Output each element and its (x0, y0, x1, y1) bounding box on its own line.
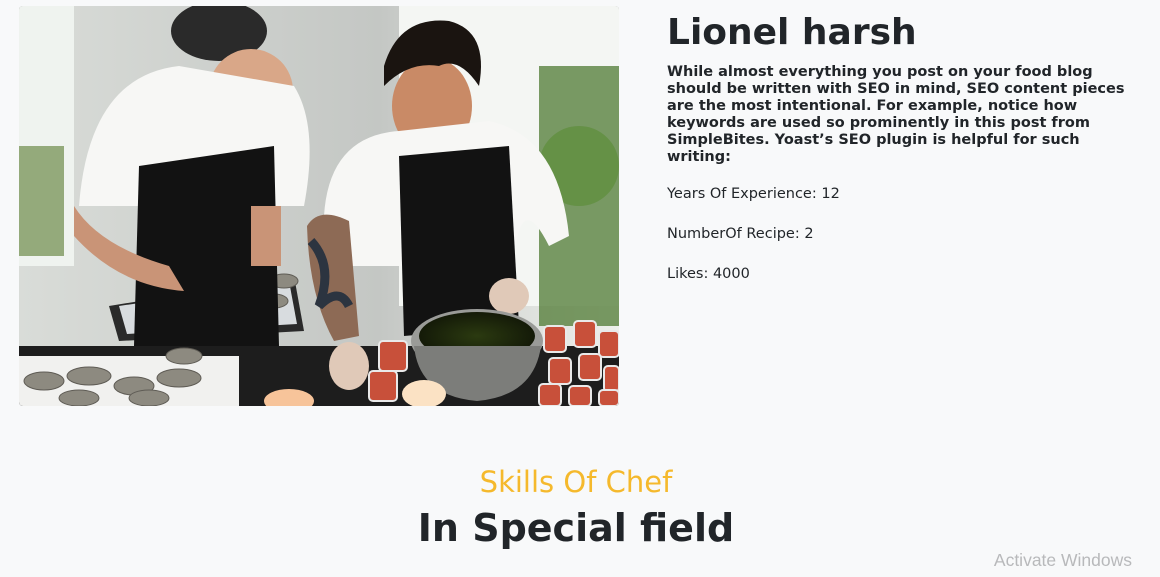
chef-info: Lionel harsh While almost everything you… (667, 12, 1137, 283)
activate-windows-watermark: Activate Windows (993, 550, 1132, 570)
stat-years-of-experience: Years Of Experience: 12 (667, 186, 840, 202)
stat-likes: Likes: 4000 (667, 266, 750, 282)
skills-eyebrow: Skills Of Chef (479, 465, 673, 499)
chef-name: Lionel harsh (667, 12, 917, 53)
chef-photo (19, 6, 619, 406)
skills-section-title: In Special field (417, 506, 735, 550)
chef-detail-page: Lionel harsh While almost everything you… (0, 0, 1160, 577)
chef-bio: While almost everything you post on your… (667, 64, 1125, 165)
stat-number-of-recipes: NumberOf Recipe: 2 (667, 226, 814, 242)
